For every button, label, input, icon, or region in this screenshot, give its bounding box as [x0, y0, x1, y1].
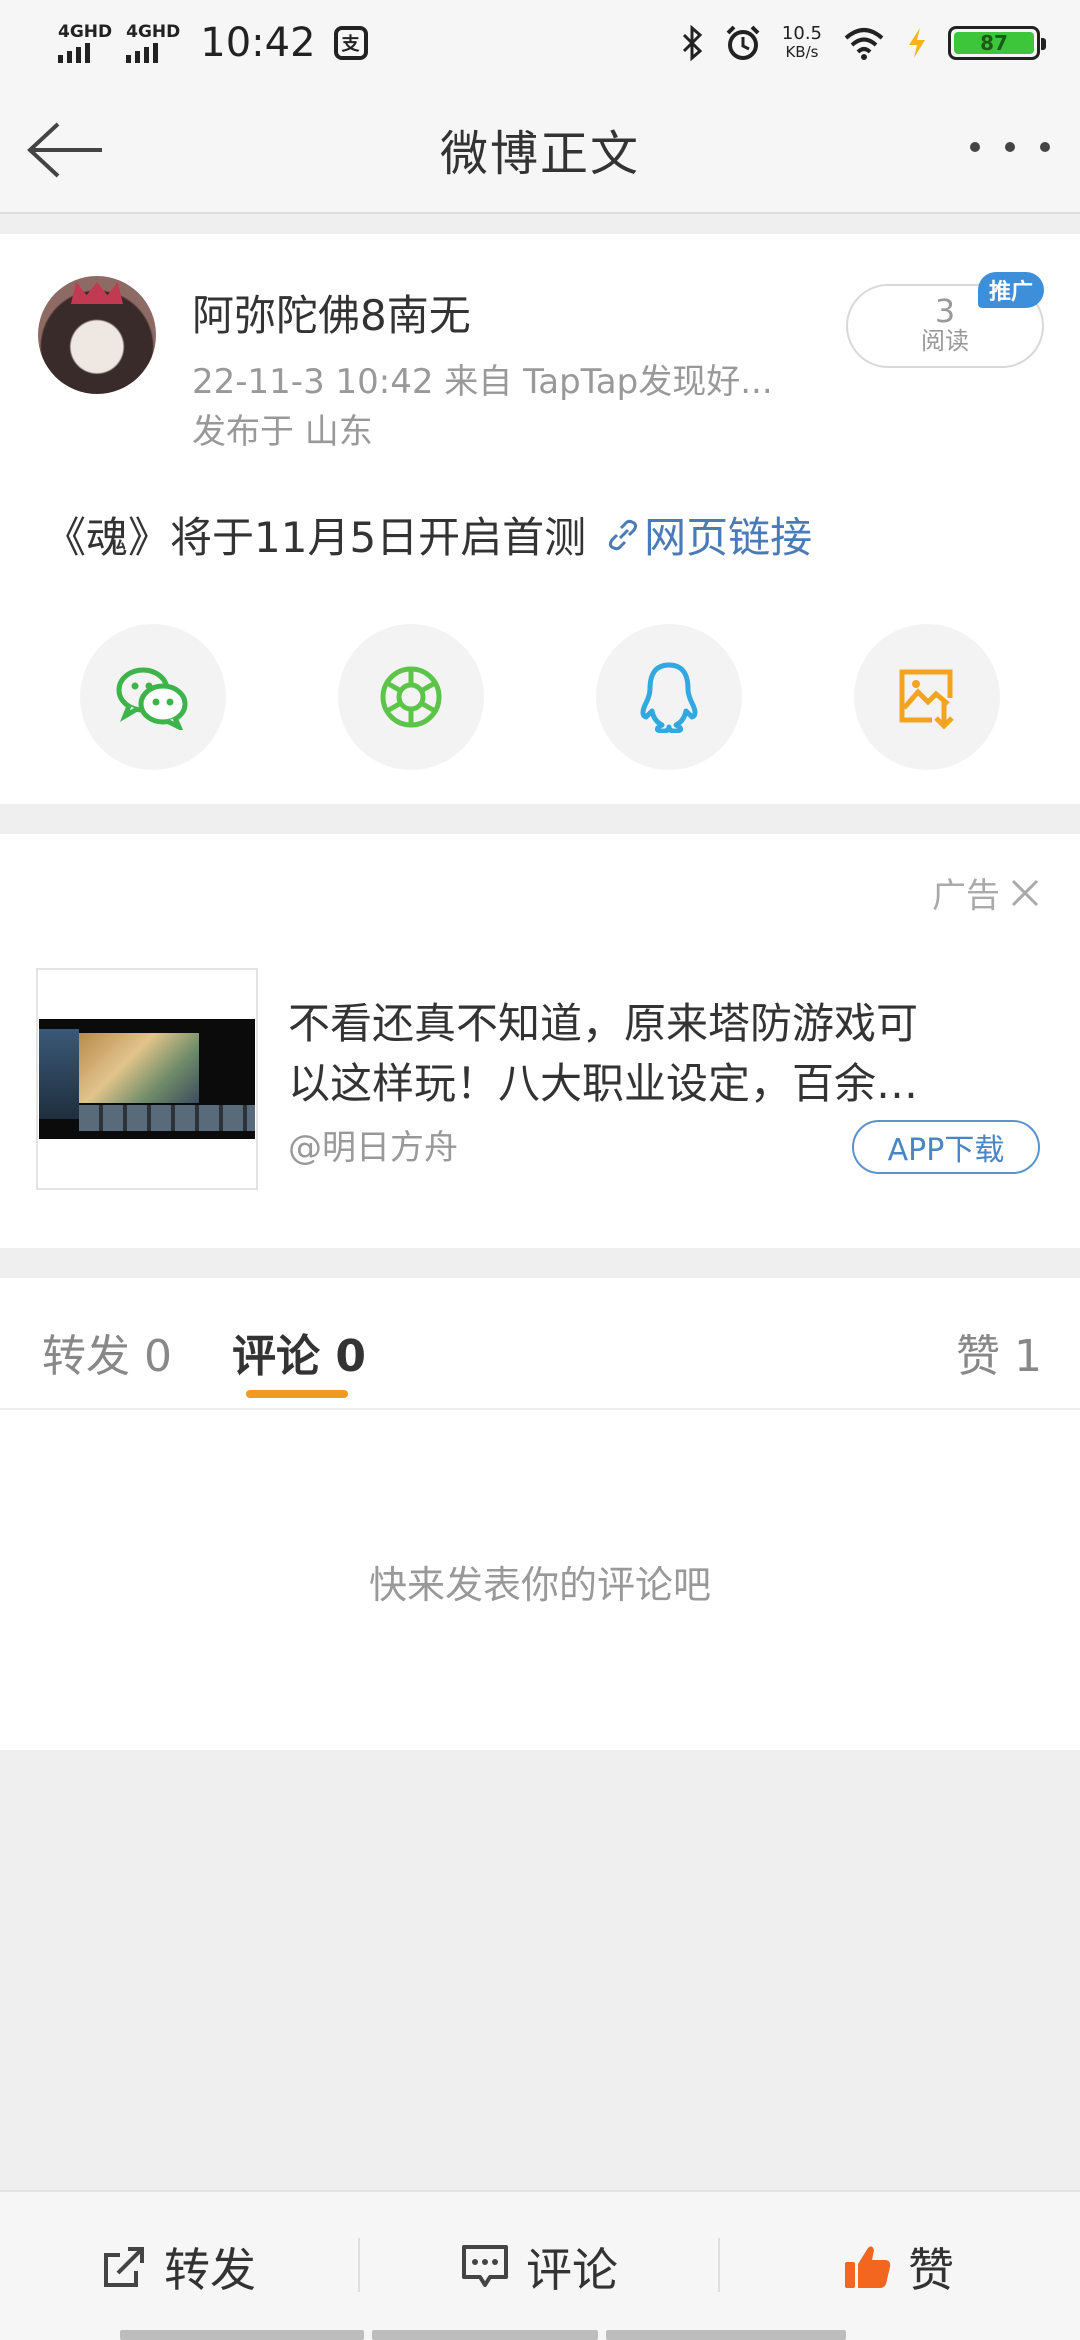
divider	[0, 1408, 1080, 1410]
save-image-button[interactable]	[854, 624, 1000, 770]
post-location: 发布于 山东	[192, 412, 373, 452]
post-card: 阿弥陀佛8南无 22-11-3 10:42 来自 TapTap发现好... 发布…	[0, 234, 1080, 804]
battery-icon: 87	[948, 26, 1046, 60]
qq-icon	[640, 662, 698, 733]
status-time: 10:42	[200, 20, 316, 66]
like-button[interactable]: 赞	[842, 2192, 954, 2340]
post-text: 《魂》将于11月5日开启首测	[44, 513, 587, 562]
more-dots-icon	[970, 142, 980, 152]
network-speed-value: 10.5	[781, 23, 822, 44]
network-speed-unit: KB/s	[785, 43, 819, 61]
top-nav-bar: 微博正文	[0, 86, 1080, 214]
read-count: 3	[934, 292, 956, 330]
wechat-icon	[116, 667, 188, 730]
user-avatar[interactable]	[38, 276, 156, 394]
web-link-label: 网页链接	[644, 513, 813, 562]
close-icon[interactable]	[1010, 878, 1040, 908]
back-arrow-icon	[27, 122, 102, 178]
moments-icon	[380, 666, 442, 728]
share-qq-button[interactable]	[596, 624, 742, 770]
tab-like[interactable]: 赞 1	[956, 1320, 1042, 1384]
like-label: 赞	[908, 2243, 954, 2297]
signal-bars-icon	[126, 41, 159, 63]
app-download-button[interactable]: APP下载	[852, 1120, 1040, 1174]
ad-label: 广告	[932, 876, 1000, 916]
ad-title[interactable]: 不看还真不知道，原来塔防游戏可 以这样玩！八大职业设定，百余…	[288, 994, 1028, 1114]
comment-icon	[462, 2245, 508, 2287]
more-dots-icon	[1040, 142, 1050, 152]
signal-label: 4GHD	[126, 22, 181, 42]
ad-label-group: 广告	[932, 868, 1040, 917]
post-meta: 22-11-3 10:42 来自 TapTap发现好...	[192, 362, 773, 402]
empty-comments-message: 快来发表你的评论吧	[368, 1563, 711, 1607]
share-row	[0, 624, 1080, 770]
share-wechat-button[interactable]	[80, 624, 226, 770]
interaction-tabs: 转发 0 评论 0 赞 1 快来发表你的评论吧	[0, 1278, 1080, 1750]
back-button[interactable]	[26, 120, 106, 180]
post-content: 《魂》将于11月5日开启首测 网页链接	[44, 504, 812, 565]
ad-title-line-1: 不看还真不知道，原来塔防游戏可	[288, 999, 919, 1048]
alarm-icon	[726, 25, 760, 60]
comment-label: 评论	[526, 2243, 618, 2297]
bluetooth-icon	[682, 25, 703, 61]
more-options-button[interactable]	[970, 132, 1050, 162]
read-count-label: 阅读	[921, 327, 969, 355]
page-title: 微博正文	[439, 126, 640, 182]
repost-button[interactable]: 转发	[100, 2192, 256, 2340]
divider	[718, 2238, 720, 2292]
signal-bars-icon	[58, 41, 90, 63]
ad-title-line-2: 以这样玩！八大职业设定，百余…	[288, 1059, 919, 1108]
active-tab-indicator	[246, 1390, 348, 1398]
avatar-crown-decoration	[71, 282, 123, 304]
divider	[358, 2238, 360, 2292]
signal-indicator-1: 4GHD	[58, 23, 112, 63]
charging-icon	[909, 28, 925, 58]
status-bar: 4GHD 4GHD 10:42 支 10.5 KB/s 87	[0, 0, 1080, 86]
more-dots-icon	[1005, 142, 1015, 152]
status-right-group: 10.5 KB/s 87	[680, 23, 1046, 62]
bottom-action-bar: 转发 评论 赞	[0, 2190, 1080, 2340]
alipay-icon: 支	[333, 26, 368, 60]
share-moments-button[interactable]	[338, 624, 484, 770]
thumbs-up-icon	[845, 2246, 891, 2288]
home-indicator	[120, 2330, 960, 2340]
link-icon	[609, 519, 638, 550]
comment-button[interactable]: 评论	[460, 2192, 618, 2340]
tab-comment[interactable]: 评论 0	[232, 1320, 366, 1384]
repost-label: 转发	[164, 2243, 256, 2297]
save-image-icon	[899, 669, 954, 730]
ad-thumbnail-image	[39, 1019, 255, 1139]
promote-tag[interactable]: 推广	[978, 272, 1044, 308]
repost-icon	[104, 2247, 144, 2287]
network-speed: 10.5 KB/s	[781, 23, 822, 62]
wifi-icon	[844, 28, 884, 60]
signal-label: 4GHD	[58, 22, 113, 42]
signal-indicator-2: 4GHD	[126, 23, 180, 63]
battery-level: 87	[954, 31, 1034, 55]
web-link[interactable]: 网页链接	[604, 504, 812, 565]
post-username[interactable]: 阿弥陀佛8南无	[192, 282, 471, 343]
ad-source[interactable]: @明日方舟	[288, 1120, 458, 1169]
ad-card[interactable]: 广告 不看还真不知道，原来塔防游戏可 以这样玩！八大职业设定，百余… @明日方舟…	[0, 834, 1080, 1248]
ad-thumbnail[interactable]	[36, 968, 258, 1190]
tab-repost[interactable]: 转发 0	[42, 1320, 172, 1384]
